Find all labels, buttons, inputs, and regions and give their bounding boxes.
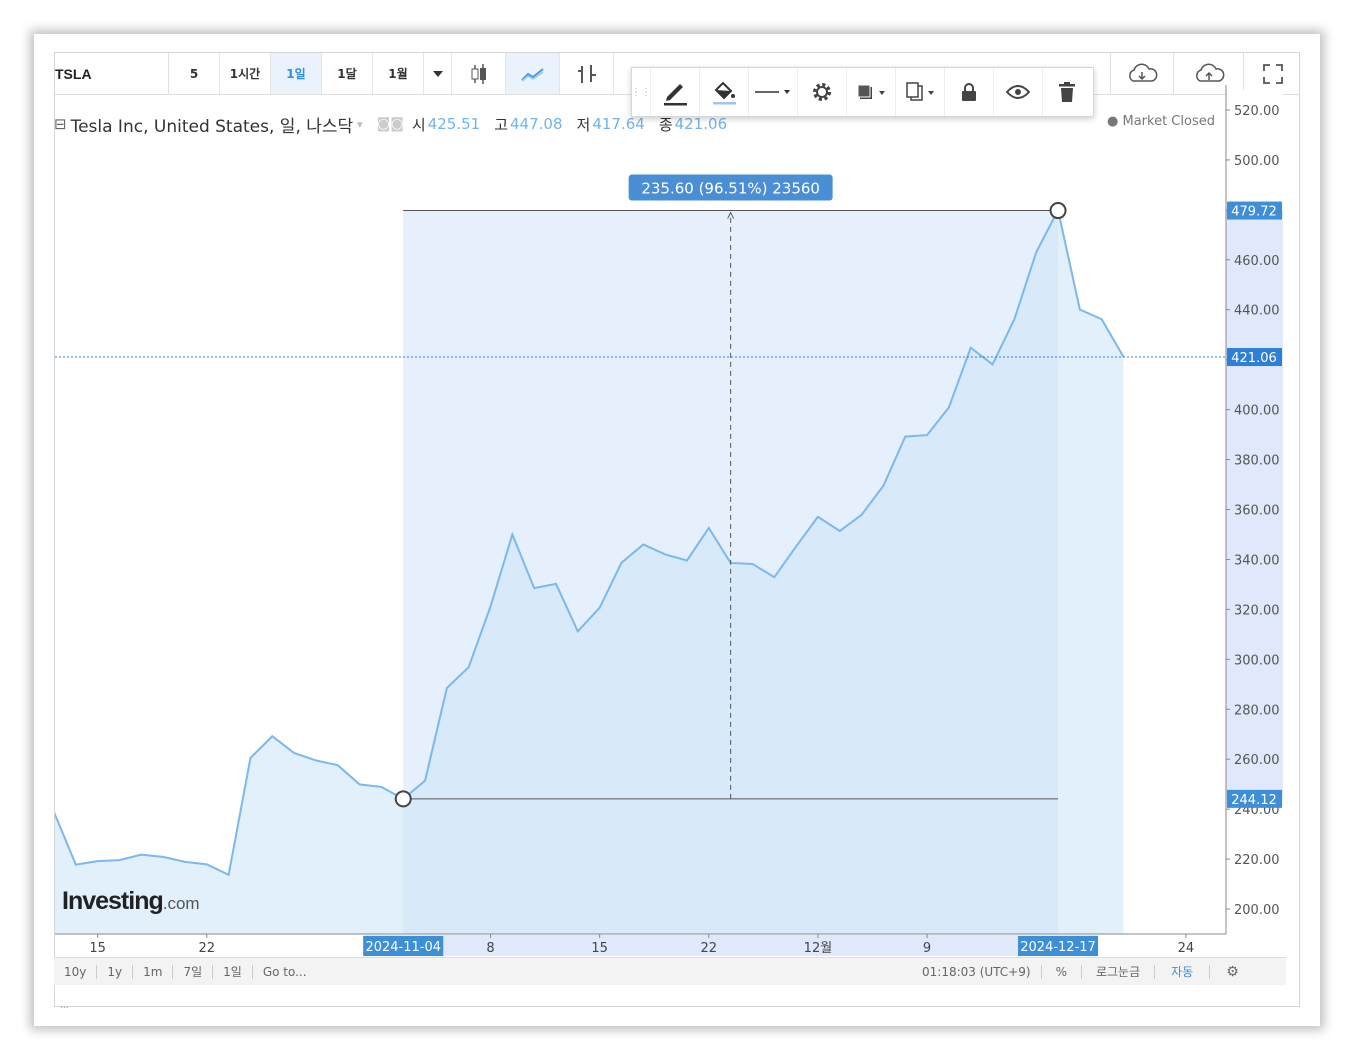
measure-label: 235.60 (96.51%) 23560 xyxy=(641,180,820,198)
fill-color-button[interactable] xyxy=(699,68,748,116)
range-1m[interactable]: 1m xyxy=(133,964,174,979)
line-style-button[interactable] xyxy=(748,68,797,116)
x-tick-label: 15 xyxy=(591,941,608,956)
layer-button[interactable] xyxy=(846,68,895,116)
settings-gear-icon[interactable]: ⚙ xyxy=(1210,964,1255,980)
high-label: 고 xyxy=(494,115,508,134)
paint-bucket-icon xyxy=(713,81,736,105)
measure-start-handle xyxy=(394,790,412,808)
price-chart: 235.60 (96.51%) 23560200.00220.00240.002… xyxy=(55,85,1283,956)
gear-icon xyxy=(813,83,831,101)
copy-icon xyxy=(906,82,934,101)
eye-icon xyxy=(1006,85,1030,99)
logo-main: Investing xyxy=(62,887,164,915)
y-tick-label: 340.00 xyxy=(1234,553,1280,568)
range-1d[interactable]: 1일 xyxy=(213,964,253,979)
trash-icon xyxy=(1059,82,1075,102)
goto-button[interactable]: Go to... xyxy=(253,965,317,979)
price-tag-high: 479.72 xyxy=(1231,205,1277,220)
x-tick-label: 24 xyxy=(1178,941,1195,956)
layers-icon xyxy=(857,84,885,99)
y-tick-label: 440.00 xyxy=(1234,304,1280,319)
drawing-toolbar: ⋮⋮ xyxy=(631,67,1094,117)
x-tag-end: 2024-12-17 xyxy=(1020,940,1096,955)
y-tick-label: 260.00 xyxy=(1234,753,1280,768)
y-tick-label: 320.00 xyxy=(1234,603,1280,618)
settings-button[interactable] xyxy=(797,68,846,116)
visibility-icons[interactable]: ◙◙ xyxy=(377,116,404,132)
investing-logo: Investing.com xyxy=(62,887,200,916)
pencil-button[interactable] xyxy=(650,68,699,116)
bottom-right-controls: 01:18:03 (UTC+9) % 로그눈금 자동 ⚙ xyxy=(912,958,1255,986)
market-status: ● Market Closed xyxy=(1107,114,1215,129)
y-tick-label: 200.00 xyxy=(1234,903,1280,918)
drag-handle-icon[interactable]: ⋮⋮ xyxy=(631,68,651,116)
delete-button[interactable] xyxy=(1042,68,1091,116)
x-tick-label: 12월 xyxy=(804,941,833,956)
close-value: 421.06 xyxy=(674,115,728,133)
x-tick-label: 22 xyxy=(199,941,216,956)
clipped-text: ... xyxy=(60,1001,69,1011)
low-label: 저 xyxy=(576,115,591,134)
x-tick-label: 15 xyxy=(89,941,106,956)
auto-scale-toggle[interactable]: 자동 xyxy=(1155,965,1211,979)
high-value: 447.08 xyxy=(510,115,563,133)
x-tick-label: 9 xyxy=(923,941,931,956)
line-style-icon xyxy=(755,90,790,94)
low-value: 417.64 xyxy=(592,115,645,133)
open-value: 425.51 xyxy=(427,115,481,133)
clone-button[interactable] xyxy=(895,68,944,116)
y-tick-label: 360.00 xyxy=(1234,504,1280,519)
x-tick-label: 8 xyxy=(486,941,494,956)
visibility-button[interactable] xyxy=(993,68,1042,116)
clock: 01:18:03 (UTC+9) xyxy=(912,965,1042,979)
collapse-icon[interactable]: ⊟ xyxy=(54,115,67,133)
y-tick-label: 520.00 xyxy=(1234,104,1280,119)
chart-legend: ⊟ Tesla Inc, United States, 일, 나스닥 ▾ ◙◙ … xyxy=(54,110,727,138)
lock-button[interactable] xyxy=(944,68,993,116)
y-tick-label: 300.00 xyxy=(1234,653,1280,668)
y-tick-label: 220.00 xyxy=(1234,853,1280,868)
y-tick-label: 380.00 xyxy=(1234,454,1280,469)
range-10y[interactable]: 10y xyxy=(54,964,98,979)
measure-end-handle xyxy=(1049,202,1067,220)
y-tick-label: 500.00 xyxy=(1234,154,1280,169)
open-label: 시 xyxy=(411,115,426,134)
log-scale-toggle[interactable]: 로그눈금 xyxy=(1082,965,1156,979)
legend-title: Tesla Inc, United States, 일, 나스닥 xyxy=(70,116,354,137)
logo-suffix: .com xyxy=(162,894,200,913)
x-tag-start: 2024-11-04 xyxy=(365,940,441,955)
range-7d[interactable]: 7일 xyxy=(173,964,214,979)
price-tag-low: 244.12 xyxy=(1231,793,1277,808)
title-chevron-icon[interactable]: ▾ xyxy=(357,118,363,131)
range-1y[interactable]: 1y xyxy=(97,964,134,979)
x-axis-highlight xyxy=(363,935,1099,956)
bottom-bar: 10y 1y 1m 7일 1일 Go to... 01:18:03 (UTC+9… xyxy=(54,957,1286,985)
pencil-icon xyxy=(664,84,687,106)
y-tick-label: 460.00 xyxy=(1234,254,1280,269)
market-status-text: Market Closed xyxy=(1122,114,1215,129)
lock-icon xyxy=(962,83,976,101)
price-tag-current: 421.06 xyxy=(1231,351,1277,366)
y-tick-label: 400.00 xyxy=(1234,404,1280,419)
y-tick-label: 280.00 xyxy=(1234,703,1280,718)
percent-toggle[interactable]: % xyxy=(1042,965,1082,979)
x-tick-label: 22 xyxy=(701,941,718,956)
